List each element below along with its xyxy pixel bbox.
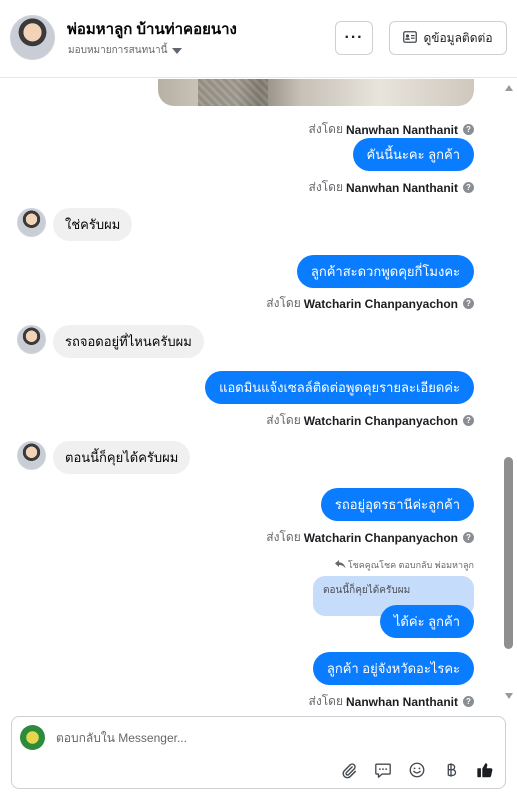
sent-by-line: ส่งโดย Nanwhan Nanthanit ? [309, 120, 474, 139]
sender-name[interactable]: Nanwhan Nanthanit [346, 181, 458, 195]
sent-by-line: ส่งโดย Nanwhan Nanthanit ? [309, 178, 474, 197]
customer-avatar[interactable] [17, 208, 46, 237]
help-icon[interactable]: ? [463, 415, 474, 426]
help-icon[interactable]: ? [463, 298, 474, 309]
outgoing-message[interactable]: รถอยู่อุดรธานีค่ะลูกค้า [320, 488, 474, 521]
scrollbar[interactable] [501, 79, 517, 709]
help-icon[interactable]: ? [463, 696, 474, 707]
view-contact-label: ดูข้อมูลติดต่อ [423, 30, 493, 45]
sender-name[interactable]: Watcharin Chanpanyachon [304, 414, 458, 428]
sender-name[interactable]: Nanwhan Nanthanit [346, 695, 458, 709]
more-options-button[interactable]: ··· [335, 21, 373, 55]
outgoing-message[interactable]: ลูกค้า อยู่จังหวัดอะไรคะ [312, 652, 474, 685]
composer-toolbar [339, 760, 495, 780]
reply-input[interactable] [56, 731, 476, 745]
sender-name[interactable]: Nanwhan Nanthanit [346, 123, 458, 137]
attach-icon[interactable] [339, 760, 359, 780]
sender-name[interactable]: Watcharin Chanpanyachon [304, 531, 458, 545]
shared-image[interactable] [158, 79, 474, 106]
caret-down-icon [172, 47, 183, 54]
customer-avatar[interactable] [17, 441, 46, 470]
scroll-thumb[interactable] [504, 457, 513, 649]
help-icon[interactable]: ? [463, 182, 474, 193]
assign-conversation-dropdown[interactable]: มอบหมายการสนทนานี้ [68, 43, 183, 58]
like-icon[interactable] [475, 760, 495, 780]
sent-by-line: ส่งโดย Watcharin Chanpanyachon ? [266, 294, 474, 313]
outgoing-message[interactable]: คันนี้นะคะ ลูกค้า [352, 138, 474, 171]
message-thread[interactable]: ส่งโดย Nanwhan Nanthanit ? คันนี้นะคะ ลู… [0, 79, 500, 709]
baht-icon[interactable] [441, 760, 461, 780]
reply-arrow-icon [334, 559, 346, 571]
outgoing-message[interactable]: ลูกค้าสะดวกพูดคุยกี่โมงคะ [296, 255, 474, 288]
customer-avatar[interactable] [17, 325, 46, 354]
scroll-down-arrow[interactable] [505, 693, 513, 699]
sent-by-line: ส่งโดย Watcharin Chanpanyachon ? [266, 411, 474, 430]
emoji-icon[interactable] [407, 760, 427, 780]
incoming-message[interactable]: ตอนนี้ก็คุยได้ครับผม [53, 441, 191, 474]
view-contact-button[interactable]: ดูข้อมูลติดต่อ [389, 21, 507, 55]
reply-context: โชคคูณโชค ตอบกลับ พ่อมหาลูก [334, 558, 474, 572]
incoming-message[interactable]: รถจอดอยู่ที่ไหนครับผม [53, 325, 204, 358]
conversation-header: พ่อมหาลูก บ้านท่าคอยนาง มอบหมายการสนทนาน… [0, 0, 517, 78]
page-avatar [20, 725, 45, 750]
help-icon[interactable]: ? [463, 532, 474, 543]
saved-reply-icon[interactable] [373, 760, 393, 780]
page-title: พ่อมหาลูก บ้านท่าคอยนาง [67, 21, 237, 38]
sent-by-line: ส่งโดย Nanwhan Nanthanit ? [309, 692, 474, 709]
sender-name[interactable]: Watcharin Chanpanyachon [304, 297, 458, 311]
sent-by-line: ส่งโดย Watcharin Chanpanyachon ? [266, 528, 474, 547]
scroll-up-arrow[interactable] [505, 85, 513, 91]
message-composer [11, 716, 506, 789]
incoming-message[interactable]: ใช่ครับผม [53, 208, 133, 241]
contact-card-icon [403, 30, 418, 46]
assign-label: มอบหมายการสนทนานี้ [68, 45, 168, 56]
customer-avatar[interactable] [10, 15, 55, 60]
outgoing-message[interactable]: แอดมินแจ้งเซลล์ติดต่อพูดคุยรายละเอียดค่ะ [205, 371, 474, 404]
help-icon[interactable]: ? [463, 124, 474, 135]
outgoing-message[interactable]: ได้ค่ะ ลูกค้า [379, 605, 474, 638]
